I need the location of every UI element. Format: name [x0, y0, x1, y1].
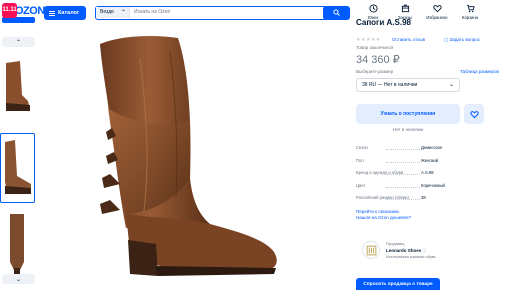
size-label: Выберите размер	[356, 69, 394, 74]
search-scope-select[interactable]: Везде	[96, 5, 130, 18]
spec-row: Цвет Коричневый	[356, 183, 486, 196]
spec-key: Российский размер (обуви)	[356, 195, 420, 201]
spec-value: Демисезон	[421, 145, 443, 150]
logo-badge: 11.11	[2, 3, 17, 18]
specs-list: Сезон Демисезон Пол Женский Бренд в одеж…	[356, 145, 486, 208]
clock-icon	[368, 4, 378, 13]
search-icon	[332, 9, 340, 16]
spec-row: Российский размер (обуви) 38	[356, 195, 486, 208]
favorite-button[interactable]	[464, 104, 484, 124]
chevron-down-icon: ⌄	[15, 276, 22, 283]
spec-value: Женский	[421, 157, 439, 163]
seller-name-text: Leonardo Shoes	[386, 248, 422, 253]
spec-key: Сезон	[356, 145, 420, 151]
ask-question-link[interactable]: ▢ Задать вопрос	[444, 37, 480, 43]
boot-thumbnail-image	[6, 61, 30, 111]
product-title: Сапоги A.S.98	[356, 18, 411, 27]
price: 34 360 ₽	[356, 54, 400, 66]
seller-description: Итальянская кожаная обувь	[386, 255, 436, 259]
info-icon: ⓘ	[422, 248, 428, 253]
seller-logo[interactable]	[362, 241, 380, 259]
ask-question-label: Задать вопрос	[449, 37, 480, 42]
seller-card: Продавец Leonardo Shoes ⓘ Итальянская ко…	[356, 241, 456, 263]
spec-key: Цвет	[356, 183, 420, 189]
unavailable-label: Нет в наличии	[392, 127, 424, 132]
catalog-label: Каталог	[58, 10, 80, 16]
spec-row: Пол Женский	[356, 158, 486, 171]
ask-seller-button[interactable]: Спросить продавца о товаре	[356, 278, 440, 290]
spec-row: Бренд в одежде и обуви A.S.98	[356, 170, 486, 183]
boot-thumbnail-image	[10, 214, 24, 274]
product-main-image[interactable]	[80, 28, 310, 290]
cart-icon	[466, 4, 475, 13]
spec-key: Пол	[356, 158, 420, 164]
rating-row: ★★★★★ Оставить отзыв	[356, 37, 426, 43]
search-bar: Везде Искать на Ozon	[95, 5, 350, 20]
chevron-down-icon: ⌄	[448, 82, 454, 88]
seller-logo-icon	[366, 245, 376, 255]
boot-thumbnail-image	[5, 140, 31, 194]
ozon-logo[interactable]: OZON 11.11	[2, 3, 45, 23]
logo-text: OZON	[15, 5, 45, 17]
thumbnail-3[interactable]	[0, 210, 35, 280]
box-icon	[401, 4, 409, 13]
menu-icon	[49, 10, 55, 16]
spec-value: 38	[421, 195, 426, 200]
thumbnail-1[interactable]	[0, 57, 35, 127]
size-select[interactable]: 38 RU — Нет в наличии ⌄	[356, 78, 460, 92]
thumbs-up-button[interactable]: ⌃	[2, 37, 35, 47]
notify-button[interactable]: Узнать о поступлении	[356, 104, 460, 124]
info-links: Перейти к описанию Нашли на Ozon дешевле…	[356, 209, 411, 221]
spec-key: Бренд в одежде и обуви	[356, 170, 420, 176]
product-info-panel: Сапоги A.S.98 ★★★★★ Оставить отзыв ▢ Зад…	[356, 18, 516, 290]
boot-image	[100, 36, 277, 276]
size-select-value: 38 RU — Нет в наличии	[362, 82, 418, 88]
heart-icon	[432, 5, 442, 13]
out-of-stock-label: Товар закончился	[356, 45, 394, 50]
found-cheaper-link[interactable]: Нашли на Ozon дешевле?	[356, 215, 411, 221]
catalog-button[interactable]: Каталог	[44, 6, 86, 20]
heart-icon	[469, 110, 479, 118]
leave-review-link[interactable]: Оставить отзыв	[392, 37, 425, 43]
thumbs-down-button[interactable]: ⌄	[2, 274, 35, 284]
rating-stars-icon: ★★★★★	[356, 37, 381, 43]
search-input[interactable]: Искать на Ozon	[134, 7, 170, 18]
seller-name[interactable]: Leonardo Shoes ⓘ	[386, 248, 427, 254]
spec-value: Коричневый	[421, 182, 445, 188]
thumbnail-2-selected[interactable]	[0, 133, 35, 203]
chevron-up-icon: ⌃	[15, 39, 22, 46]
size-table-link[interactable]: Таблица размеров	[460, 69, 499, 74]
thumbnail-strip: ⌃ ⌄	[0, 30, 37, 290]
spec-row: Сезон Демисезон	[356, 145, 486, 158]
search-button[interactable]	[322, 5, 350, 20]
seller-label: Продавец	[386, 241, 405, 246]
spec-value[interactable]: A.S.98	[421, 170, 434, 176]
